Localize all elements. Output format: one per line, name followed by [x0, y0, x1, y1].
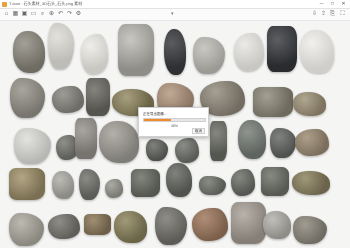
rock-image [99, 121, 139, 163]
rock-image [84, 214, 111, 235]
rock-image [10, 78, 45, 118]
rock-image [192, 208, 228, 241]
rock-image [166, 163, 192, 197]
rock-image [86, 78, 110, 116]
rock-image [231, 169, 255, 196]
rock-image [9, 213, 44, 246]
rock-image [114, 211, 147, 243]
redo-icon[interactable]: ↷ [66, 11, 73, 18]
rock-image [164, 29, 186, 75]
rock-image [231, 202, 266, 244]
maximize-button[interactable]: □ [327, 0, 338, 9]
share-icon[interactable]: ⇪ [320, 11, 327, 18]
toolbar: ⌂ ▦ ▣ ▭ ⌕ ⊕ ↶ ↷ ⚙ ▾ ⇩ ⇪ ⎘ ⛶ [0, 9, 350, 21]
rock-image [14, 128, 51, 164]
rock-image [300, 30, 334, 73]
rock-image [81, 34, 108, 74]
close-button[interactable]: ✕ [338, 0, 349, 9]
title-bar: T-Icon · 石头素材_3D石头_石头.png 素材 ─ □ ✕ [0, 0, 350, 9]
rock-image [52, 171, 74, 199]
fullscreen-icon[interactable]: ⛶ [339, 11, 346, 18]
rock-image [52, 86, 84, 113]
cancel-button[interactable]: 取消 [192, 128, 205, 134]
export-progress-dialog: 正在导出图像… 45% 取消 [138, 107, 209, 137]
rock-image [199, 176, 226, 195]
progress-bar [143, 118, 206, 122]
rock-image [210, 121, 227, 161]
zoom-icon[interactable]: ⊕ [48, 11, 55, 18]
rock-image [238, 120, 266, 159]
export-icon[interactable]: ⎘ [329, 11, 336, 18]
rock-image [263, 211, 291, 239]
rock-image [261, 167, 289, 196]
search-icon[interactable]: ⌕ [39, 11, 46, 18]
rock-image [131, 169, 160, 197]
rock-image [118, 24, 154, 76]
image-icon[interactable]: ▣ [21, 11, 28, 18]
settings-icon[interactable]: ⚙ [75, 11, 82, 18]
rock-image [292, 171, 330, 195]
rock-image [253, 87, 293, 117]
window-title: T-Icon · 石头素材_3D石头_石头.png 素材 [9, 1, 83, 6]
rock-image [48, 214, 80, 239]
rock-image [155, 207, 187, 245]
undo-icon[interactable]: ↶ [57, 11, 64, 18]
rock-image [146, 139, 168, 161]
rock-image [270, 128, 296, 158]
rock-image [234, 33, 264, 71]
chevron-down-icon[interactable]: ▾ [171, 11, 174, 17]
rock-image [293, 216, 327, 244]
rock-image [175, 138, 199, 163]
rock-image [267, 26, 297, 72]
grid-icon[interactable]: ▦ [12, 11, 19, 18]
rock-image [105, 179, 123, 198]
window-controls: ─ □ ✕ [316, 0, 349, 9]
rock-image [295, 129, 329, 156]
rock-image [79, 169, 100, 200]
dialog-message: 正在导出图像… [143, 112, 168, 116]
app-icon [2, 1, 7, 7]
rock-image [75, 118, 97, 159]
home-icon[interactable]: ⌂ [3, 11, 10, 18]
progress-fill [144, 119, 172, 121]
download-icon[interactable]: ⇩ [311, 11, 318, 18]
rock-image [193, 37, 225, 74]
rock-image [293, 92, 326, 116]
rock-image [48, 23, 74, 69]
folder-icon[interactable]: ▭ [30, 11, 37, 18]
minimize-button[interactable]: ─ [316, 0, 327, 9]
rock-image [9, 168, 45, 200]
rock-image [13, 31, 45, 73]
